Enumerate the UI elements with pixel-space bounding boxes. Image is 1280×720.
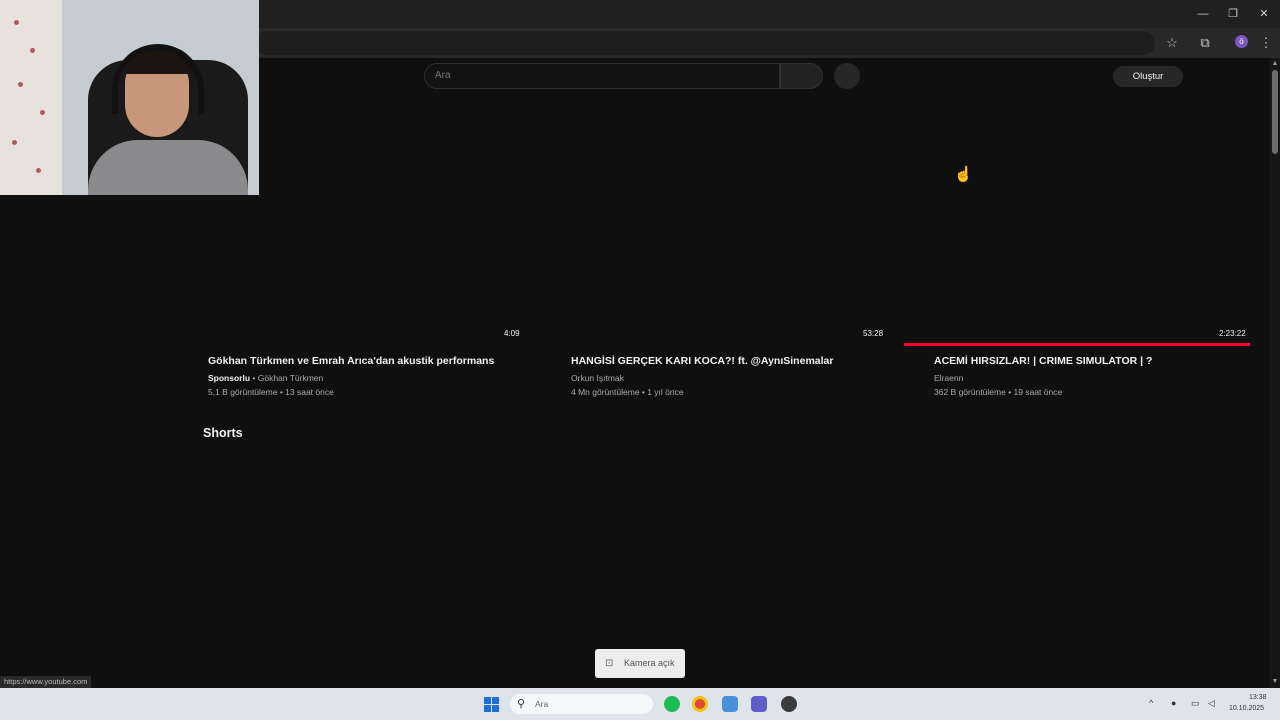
create-button[interactable]: Oluştur [1113,66,1183,87]
profile-avatar[interactable]: ö [1235,35,1248,48]
status-url: https://www.youtube.com [0,676,92,688]
chrome-icon[interactable] [692,696,708,712]
search-input[interactable]: Ara [424,63,780,89]
channel-name[interactable]: Elraenn [934,373,963,383]
video-duration: 4:09 [504,329,520,338]
video-duration: 2:23:22 [1219,329,1246,338]
watch-progress-bar [904,343,1250,346]
taskbar-search[interactable]: ⚲ Ara [510,694,653,714]
scroll-up-icon[interactable]: ▲ [1271,60,1279,67]
address-bar[interactable] [255,31,1155,55]
webcam-overlay [0,0,259,195]
star-icon[interactable]: ☆ [1163,34,1181,52]
webcam-curtain [0,0,62,195]
curtain-pattern [36,168,41,173]
video-meta: 362 B görüntüleme • 19 saat önce [934,387,1063,397]
volume-icon[interactable]: ◁ [1208,698,1215,709]
camera-notice-label: Kamera açık [624,658,675,668]
curtain-pattern [40,110,45,115]
video-title[interactable]: ACEMİ HIRSIZLAR! | CRIME SIMULATOR | ? [934,355,1152,367]
curtain-pattern [12,140,17,145]
taskbar-search-placeholder: Ara [535,699,549,709]
camera-notice: ⊡ Kamera açık [595,649,685,678]
scroll-down-icon[interactable]: ▼ [1271,678,1279,685]
video-channel[interactable]: Sponsorlu • Gökhan Türkmen [208,373,323,383]
curtain-pattern [14,20,19,25]
channel-name[interactable]: • Gökhan Türkmen [250,373,323,383]
video-duration: 53:28 [863,329,884,338]
app-icon[interactable] [781,696,797,712]
tray-chevron-icon[interactable]: ^ [1149,698,1153,708]
camera-icon: ⊡ [605,658,614,669]
video-meta: 4 Mn görüntüleme • 1 yıl önce [571,387,684,397]
puzzle-icon[interactable]: ⧉ [1196,34,1214,52]
search-placeholder: Ara [435,70,451,81]
curtain-pattern [18,82,23,87]
windows-start-icon[interactable] [484,697,499,712]
search-button[interactable] [780,63,823,89]
video-title[interactable]: HANGİSİ GERÇEK KARI KOCA?! ft. @AynıSine… [571,355,833,367]
clock-time[interactable]: 13:38 [1249,694,1267,701]
kebab-menu-icon[interactable]: ⋮ [1257,34,1275,52]
search-icon: ⚲ [517,698,526,710]
shorts-heading: Shorts [203,426,243,440]
security-app-icon[interactable] [722,696,738,712]
network-icon[interactable]: ▭ [1191,698,1200,709]
curtain-pattern [30,48,35,53]
voice-search-button[interactable] [834,63,860,89]
microphone-icon[interactable]: ● [1171,698,1176,708]
teams-icon[interactable] [751,696,767,712]
close-button[interactable]: ✕ [1253,4,1275,24]
scrollbar-thumb[interactable] [1272,70,1278,154]
hand-cursor-icon: ☝ [954,166,973,183]
minimize-button[interactable]: — [1192,4,1214,24]
video-meta: 5,1 B görüntüleme • 13 saat önce [208,387,334,397]
spotify-icon[interactable] [664,696,680,712]
restore-button[interactable]: ❐ [1222,4,1244,24]
webcam-person-body [88,140,248,195]
video-title[interactable]: Gökhan Türkmen ve Emrah Arıca'dan akusti… [208,355,494,367]
channel-name[interactable]: Orkun Işıtmak [571,373,624,383]
sponsored-label: Sponsorlu [208,373,251,383]
clock-date[interactable]: 10.10.2025 [1229,705,1264,712]
